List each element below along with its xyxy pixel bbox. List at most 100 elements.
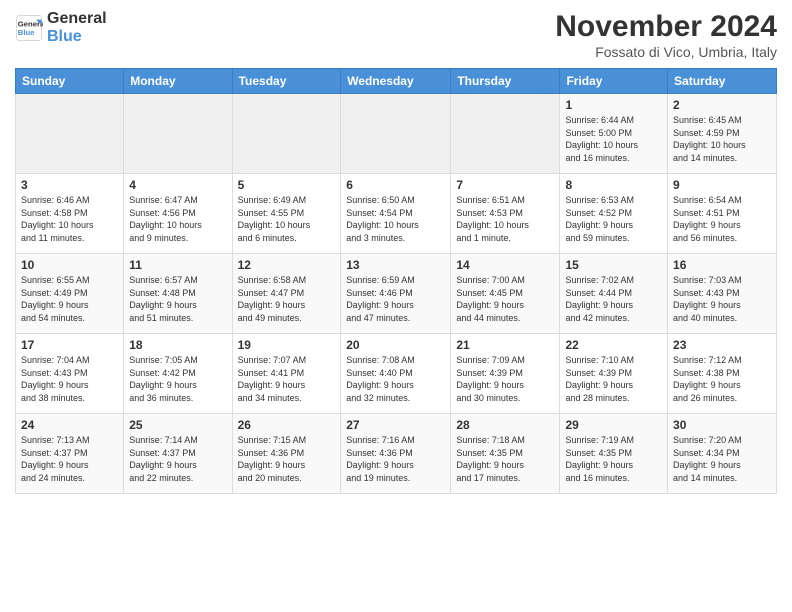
day-number: 26 xyxy=(238,418,336,432)
day-info: Sunrise: 7:08 AM Sunset: 4:40 PM Dayligh… xyxy=(346,354,445,404)
calendar-cell-0-4 xyxy=(451,94,560,174)
week-row-3: 17Sunrise: 7:04 AM Sunset: 4:43 PM Dayli… xyxy=(16,334,777,414)
day-info: Sunrise: 6:57 AM Sunset: 4:48 PM Dayligh… xyxy=(129,274,226,324)
day-info: Sunrise: 7:09 AM Sunset: 4:39 PM Dayligh… xyxy=(456,354,554,404)
calendar-cell-0-5: 1 Sunrise: 6:44 AM Sunset: 5:00 PM Daylig… xyxy=(560,94,668,174)
calendar-cell-2-2: 12 Sunrise: 6:58 AM Sunset: 4:47 PM Dayli… xyxy=(232,254,341,334)
day-info: Sunrise: 7:12 AM Sunset: 4:38 PM Dayligh… xyxy=(673,354,771,404)
day-number: 1 xyxy=(565,98,662,112)
day-info: Sunrise: 7:07 AM Sunset: 4:41 PM Dayligh… xyxy=(238,354,336,404)
logo-icon: General Blue xyxy=(15,14,43,42)
header: General Blue General Blue November 2024 … xyxy=(15,10,777,60)
day-number: 9 xyxy=(673,178,771,192)
day-number: 29 xyxy=(565,418,662,432)
day-info: Sunrise: 6:59 AM Sunset: 4:46 PM Dayligh… xyxy=(346,274,445,324)
day-number: 14 xyxy=(456,258,554,272)
day-number: 19 xyxy=(238,338,336,352)
calendar-cell-0-0 xyxy=(16,94,124,174)
calendar-cell-3-1: 18Sunrise: 7:05 AM Sunset: 4:42 PM Dayli… xyxy=(124,334,232,414)
day-info: Sunrise: 7:00 AM Sunset: 4:45 PM Dayligh… xyxy=(456,274,554,324)
calendar-cell-2-6: 16 Sunrise: 7:03 AM Sunset: 4:43 PM Dayli… xyxy=(668,254,777,334)
day-number: 5 xyxy=(238,178,336,192)
day-number: 10 xyxy=(21,258,118,272)
day-info: Sunrise: 6:46 AM Sunset: 4:58 PM Dayligh… xyxy=(21,194,118,244)
week-row-0: 1 Sunrise: 6:44 AM Sunset: 5:00 PM Daylig… xyxy=(16,94,777,174)
day-number: 7 xyxy=(456,178,554,192)
svg-text:Blue: Blue xyxy=(18,28,35,37)
calendar-cell-3-0: 17Sunrise: 7:04 AM Sunset: 4:43 PM Dayli… xyxy=(16,334,124,414)
calendar-cell-1-4: 7 Sunrise: 6:51 AM Sunset: 4:53 PM Daylig… xyxy=(451,174,560,254)
calendar-cell-0-1 xyxy=(124,94,232,174)
day-number: 23 xyxy=(673,338,771,352)
day-info: Sunrise: 6:55 AM Sunset: 4:49 PM Dayligh… xyxy=(21,274,118,324)
day-number: 4 xyxy=(129,178,226,192)
calendar-cell-1-6: 9 Sunrise: 6:54 AM Sunset: 4:51 PM Daylig… xyxy=(668,174,777,254)
calendar-header-row: Sunday Monday Tuesday Wednesday Thursday… xyxy=(16,69,777,94)
day-number: 2 xyxy=(673,98,771,112)
calendar-cell-3-5: 22Sunrise: 7:10 AM Sunset: 4:39 PM Dayli… xyxy=(560,334,668,414)
day-number: 24 xyxy=(21,418,118,432)
day-number: 28 xyxy=(456,418,554,432)
header-wednesday: Wednesday xyxy=(341,69,451,94)
day-number: 3 xyxy=(21,178,118,192)
calendar-cell-0-2 xyxy=(232,94,341,174)
day-number: 22 xyxy=(565,338,662,352)
day-number: 15 xyxy=(565,258,662,272)
calendar-cell-3-6: 23 Sunrise: 7:12 AM Sunset: 4:38 PM Dayli… xyxy=(668,334,777,414)
day-number: 30 xyxy=(673,418,771,432)
day-number: 11 xyxy=(129,258,226,272)
day-info: Sunrise: 6:44 AM Sunset: 5:00 PM Dayligh… xyxy=(565,114,662,164)
day-info: Sunrise: 6:51 AM Sunset: 4:53 PM Dayligh… xyxy=(456,194,554,244)
header-tuesday: Tuesday xyxy=(232,69,341,94)
week-row-4: 24 Sunrise: 7:13 AM Sunset: 4:37 PM Dayli… xyxy=(16,414,777,494)
day-info: Sunrise: 6:47 AM Sunset: 4:56 PM Dayligh… xyxy=(129,194,226,244)
calendar-cell-3-4: 21Sunrise: 7:09 AM Sunset: 4:39 PM Dayli… xyxy=(451,334,560,414)
day-number: 6 xyxy=(346,178,445,192)
day-number: 16 xyxy=(673,258,771,272)
calendar-cell-2-5: 15 Sunrise: 7:02 AM Sunset: 4:44 PM Dayli… xyxy=(560,254,668,334)
calendar-cell-2-1: 11 Sunrise: 6:57 AM Sunset: 4:48 PM Dayli… xyxy=(124,254,232,334)
day-info: Sunrise: 7:04 AM Sunset: 4:43 PM Dayligh… xyxy=(21,354,118,404)
header-thursday: Thursday xyxy=(451,69,560,94)
logo: General Blue General Blue xyxy=(15,10,107,45)
day-info: Sunrise: 7:03 AM Sunset: 4:43 PM Dayligh… xyxy=(673,274,771,324)
day-info: Sunrise: 7:18 AM Sunset: 4:35 PM Dayligh… xyxy=(456,434,554,484)
day-info: Sunrise: 7:13 AM Sunset: 4:37 PM Dayligh… xyxy=(21,434,118,484)
header-monday: Monday xyxy=(124,69,232,94)
day-number: 25 xyxy=(129,418,226,432)
day-info: Sunrise: 7:20 AM Sunset: 4:34 PM Dayligh… xyxy=(673,434,771,484)
calendar-cell-4-5: 29 Sunrise: 7:19 AM Sunset: 4:35 PM Dayli… xyxy=(560,414,668,494)
day-info: Sunrise: 7:02 AM Sunset: 4:44 PM Dayligh… xyxy=(565,274,662,324)
calendar-cell-4-4: 28 Sunrise: 7:18 AM Sunset: 4:35 PM Dayli… xyxy=(451,414,560,494)
calendar-cell-1-3: 6 Sunrise: 6:50 AM Sunset: 4:54 PM Daylig… xyxy=(341,174,451,254)
calendar-cell-1-2: 5 Sunrise: 6:49 AM Sunset: 4:55 PM Daylig… xyxy=(232,174,341,254)
day-info: Sunrise: 6:49 AM Sunset: 4:55 PM Dayligh… xyxy=(238,194,336,244)
calendar-cell-4-6: 30 Sunrise: 7:20 AM Sunset: 4:34 PM Dayli… xyxy=(668,414,777,494)
subtitle: Fossato di Vico, Umbria, Italy xyxy=(555,44,777,60)
calendar-cell-1-1: 4 Sunrise: 6:47 AM Sunset: 4:56 PM Daylig… xyxy=(124,174,232,254)
calendar-cell-3-2: 19 Sunrise: 7:07 AM Sunset: 4:41 PM Dayli… xyxy=(232,334,341,414)
day-info: Sunrise: 6:53 AM Sunset: 4:52 PM Dayligh… xyxy=(565,194,662,244)
day-number: 8 xyxy=(565,178,662,192)
calendar-cell-2-0: 10 Sunrise: 6:55 AM Sunset: 4:49 PM Dayli… xyxy=(16,254,124,334)
calendar-cell-4-1: 25 Sunrise: 7:14 AM Sunset: 4:37 PM Dayli… xyxy=(124,414,232,494)
calendar-cell-4-2: 26 Sunrise: 7:15 AM Sunset: 4:36 PM Dayli… xyxy=(232,414,341,494)
page: General Blue General Blue November 2024 … xyxy=(0,0,792,612)
day-number: 12 xyxy=(238,258,336,272)
day-info: Sunrise: 6:54 AM Sunset: 4:51 PM Dayligh… xyxy=(673,194,771,244)
day-number: 20 xyxy=(346,338,445,352)
logo-text: General Blue xyxy=(47,10,107,45)
calendar-cell-0-6: 2Sunrise: 6:45 AM Sunset: 4:59 PM Daylig… xyxy=(668,94,777,174)
week-row-2: 10 Sunrise: 6:55 AM Sunset: 4:49 PM Dayli… xyxy=(16,254,777,334)
day-info: Sunrise: 7:15 AM Sunset: 4:36 PM Dayligh… xyxy=(238,434,336,484)
day-info: Sunrise: 7:16 AM Sunset: 4:36 PM Dayligh… xyxy=(346,434,445,484)
calendar-cell-4-3: 27 Sunrise: 7:16 AM Sunset: 4:36 PM Dayli… xyxy=(341,414,451,494)
day-info: Sunrise: 6:58 AM Sunset: 4:47 PM Dayligh… xyxy=(238,274,336,324)
header-saturday: Saturday xyxy=(668,69,777,94)
day-info: Sunrise: 6:50 AM Sunset: 4:54 PM Dayligh… xyxy=(346,194,445,244)
day-info: Sunrise: 7:19 AM Sunset: 4:35 PM Dayligh… xyxy=(565,434,662,484)
day-info: Sunrise: 7:14 AM Sunset: 4:37 PM Dayligh… xyxy=(129,434,226,484)
day-number: 18 xyxy=(129,338,226,352)
title-block: November 2024 Fossato di Vico, Umbria, I… xyxy=(555,10,777,60)
day-number: 27 xyxy=(346,418,445,432)
